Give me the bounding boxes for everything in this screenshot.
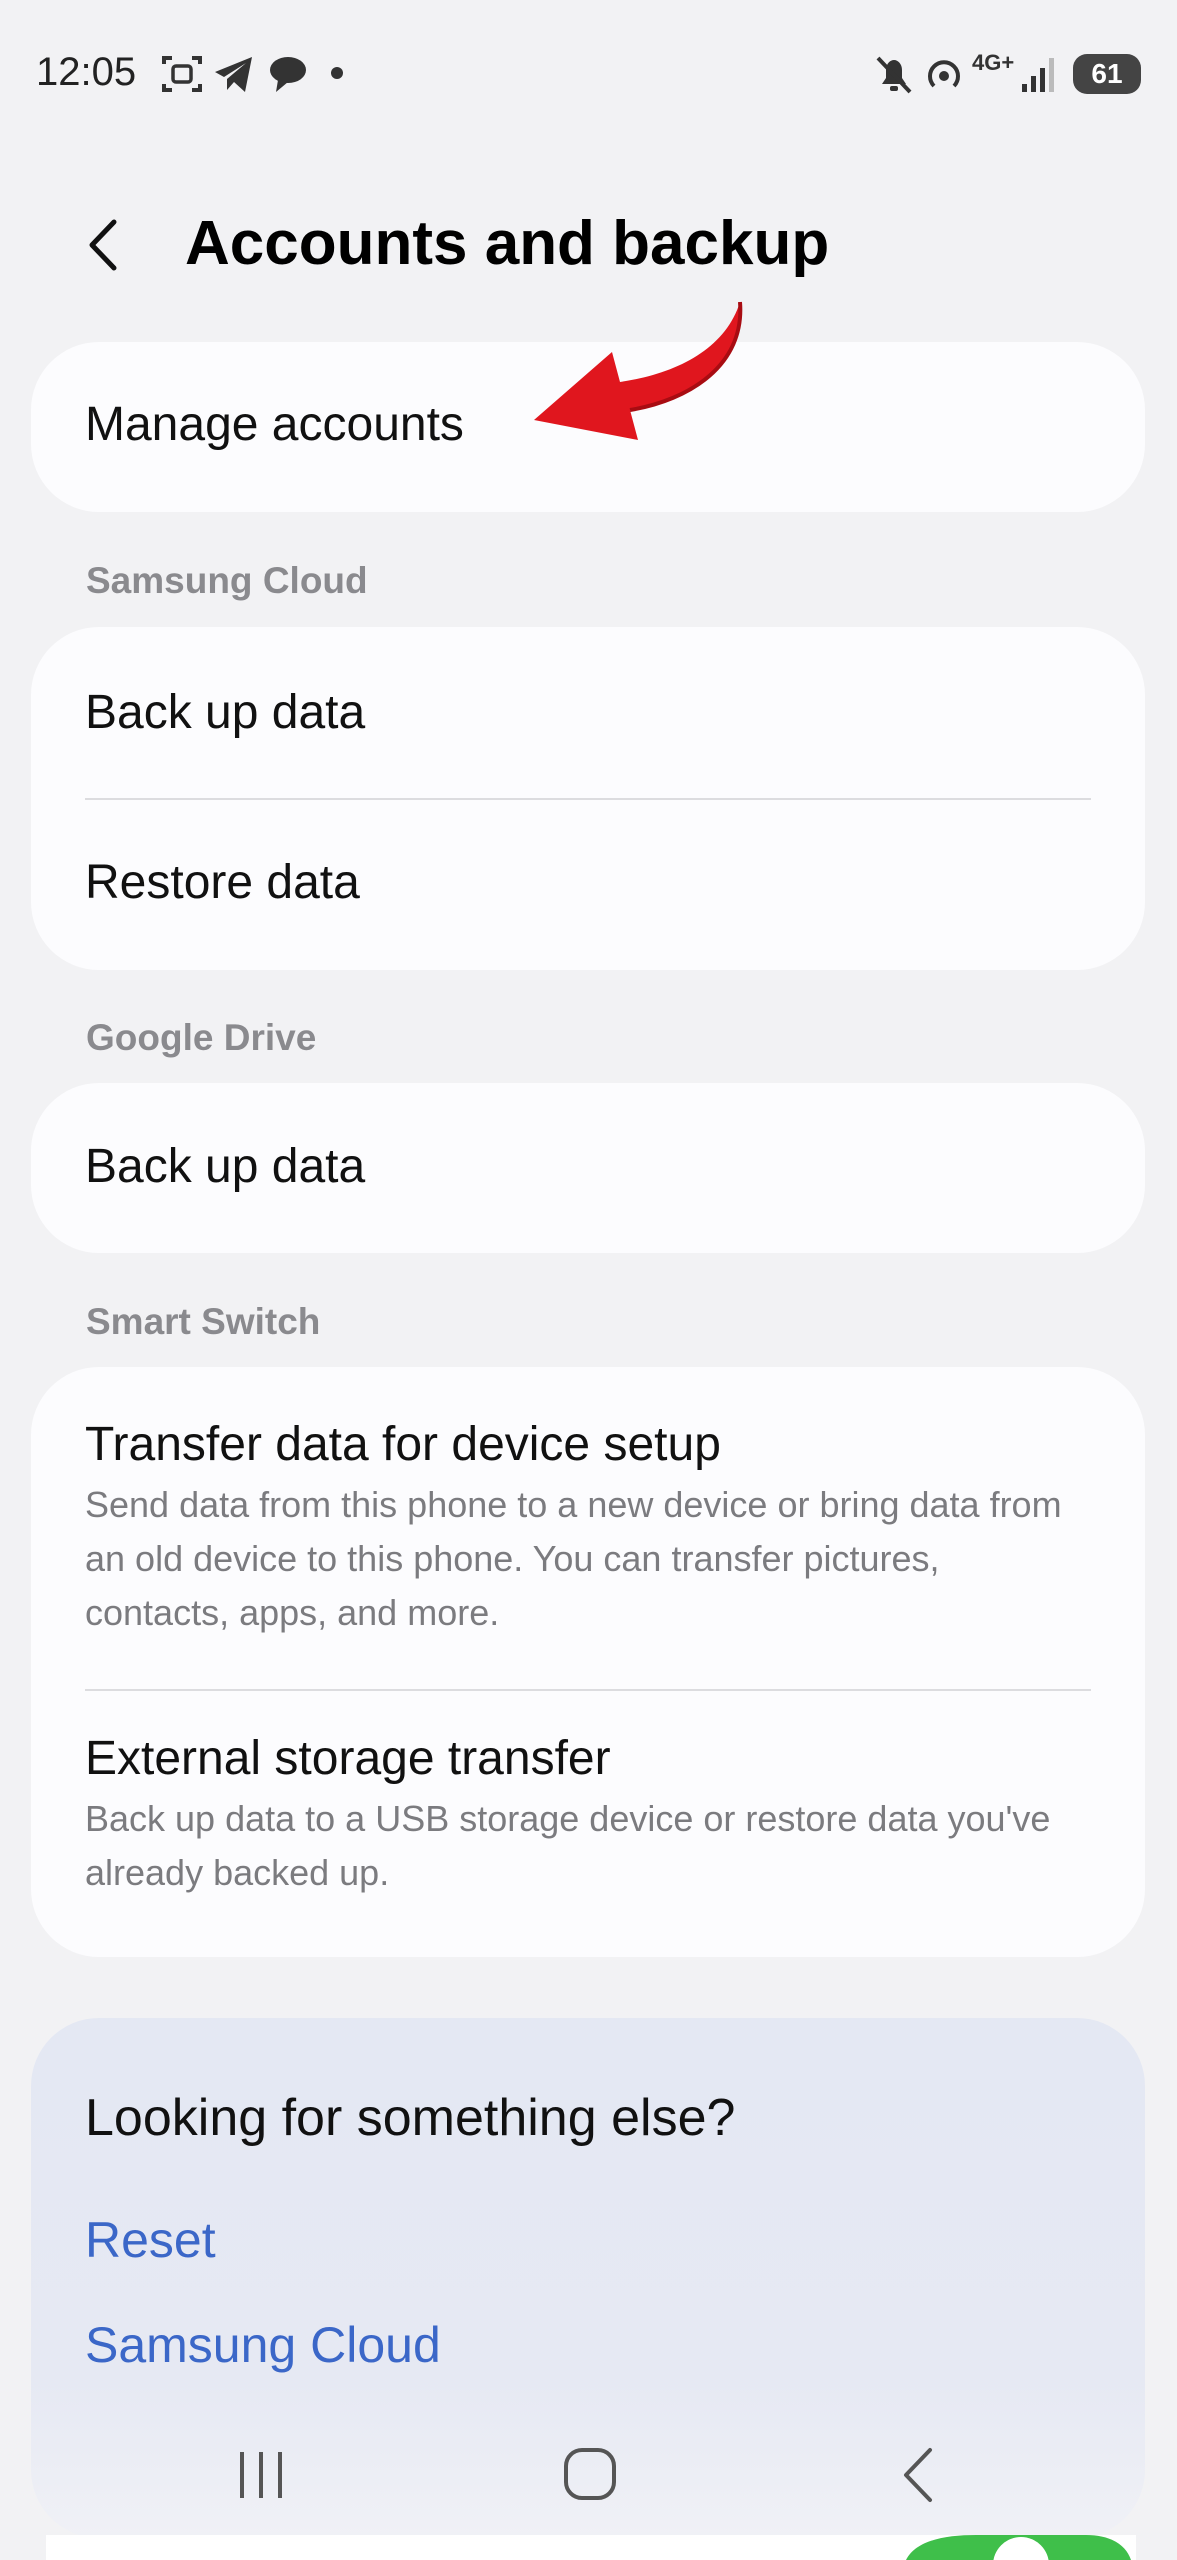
section-label-samsung-cloud: Samsung Cloud <box>86 560 368 601</box>
screenshot-icon <box>160 52 204 101</box>
recents-icon[interactable] <box>222 2440 302 2510</box>
transfer-data-description: Send data from this phone to a new devic… <box>85 1484 1062 1633</box>
samsung-cloud-restore-item[interactable]: Restore data <box>31 800 1145 970</box>
battery-icon: 61 <box>1073 54 1141 94</box>
external-storage-item[interactable]: External storage transfer Back up data t… <box>31 1691 1145 1957</box>
hotspot-icon <box>922 52 966 101</box>
external-storage-label: External storage transfer <box>85 1732 611 1785</box>
chat-icon <box>266 52 310 101</box>
help-title: Looking for something else? <box>85 2089 736 2147</box>
page-title: Accounts and backup <box>185 209 830 278</box>
samsung-cloud-backup-label: Back up data <box>85 686 366 739</box>
samsung-cloud-card: Back up data Restore data <box>31 627 1145 970</box>
google-drive-card: Back up data <box>31 1083 1145 1253</box>
section-label-google-drive: Google Drive <box>86 1017 317 1058</box>
section-label-smart-switch: Smart Switch <box>86 1301 321 1342</box>
status-bar: 12:05 4G+ 61 <box>0 0 1177 150</box>
status-time: 12:05 <box>36 50 137 94</box>
scroll-peek <box>46 2535 1136 2560</box>
red-arrow-icon <box>520 290 760 465</box>
network-4g-icon: 4G+ <box>972 50 1015 75</box>
google-drive-backup-item[interactable]: Back up data <box>31 1083 1145 1253</box>
reset-link[interactable]: Reset <box>85 2211 216 2269</box>
mute-icon <box>872 52 916 101</box>
signal-icon <box>1020 52 1060 101</box>
samsung-cloud-restore-label: Restore data <box>85 856 360 909</box>
back-icon[interactable] <box>880 2440 960 2510</box>
transfer-data-label: Transfer data for device setup <box>85 1418 721 1471</box>
chevron-left-icon[interactable] <box>72 210 142 280</box>
telegram-icon <box>212 52 256 101</box>
google-drive-backup-label: Back up data <box>85 1140 366 1193</box>
header: Accounts and backup <box>0 190 1177 300</box>
samsung-cloud-backup-item[interactable]: Back up data <box>31 627 1145 798</box>
samsung-cloud-link[interactable]: Samsung Cloud <box>85 2316 441 2374</box>
smart-switch-card: Transfer data for device setup Send data… <box>31 1367 1145 1957</box>
dot-icon <box>330 66 344 85</box>
home-icon[interactable] <box>550 2440 630 2510</box>
external-storage-description: Back up data to a USB storage device or … <box>85 1798 1051 1893</box>
transfer-data-item[interactable]: Transfer data for device setup Send data… <box>31 1367 1145 1689</box>
nav-bar <box>0 2420 1177 2530</box>
